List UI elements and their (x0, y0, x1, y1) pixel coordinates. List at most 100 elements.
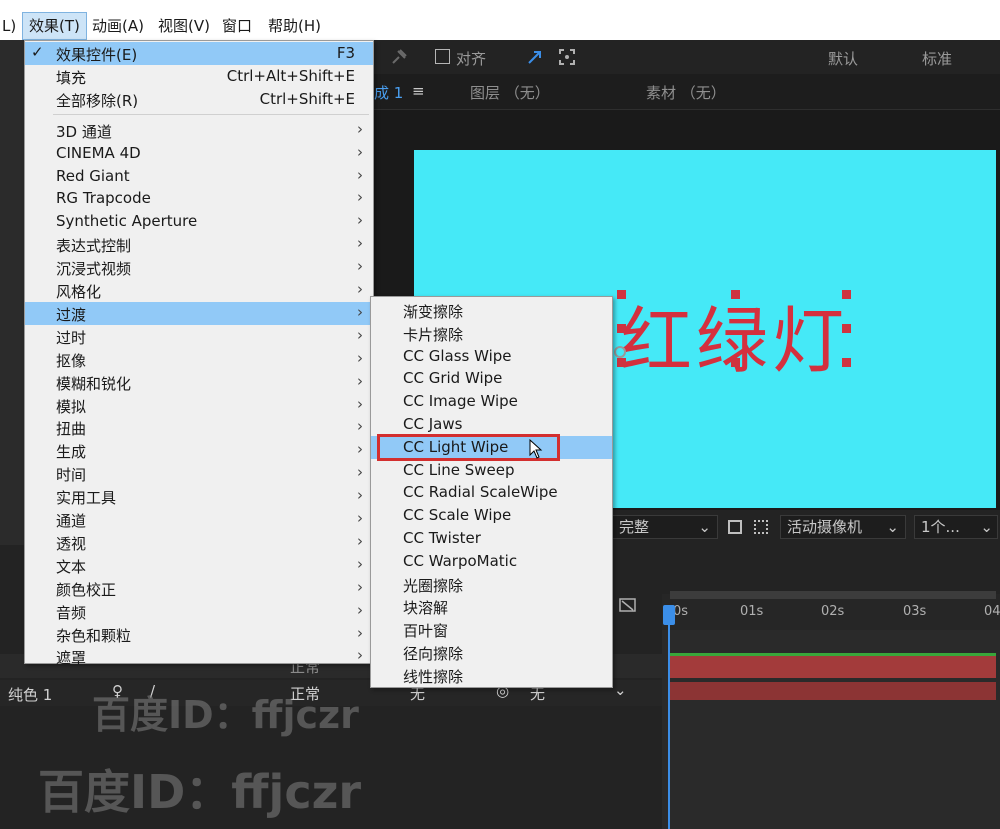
effect-menu-item[interactable]: ✓ 效果控件(E) F3 (25, 42, 373, 65)
menu-view[interactable]: 视图(V) (152, 12, 216, 40)
resolution-select[interactable]: 完整 ⌄ (612, 515, 718, 539)
chevron-right-icon: › (357, 325, 363, 344)
effect-menu-item[interactable]: 全部移除(R) Ctrl+Shift+E (25, 88, 373, 111)
effect-menu-item[interactable]: 透视 › (25, 531, 373, 554)
menu-effect[interactable]: 效果(T) (22, 12, 87, 40)
effect-menu-item[interactable]: 表达式控制 › (25, 233, 373, 256)
chevron-down-icon[interactable]: ⌄ (614, 681, 627, 699)
workspace-default[interactable]: 默认 (828, 48, 858, 69)
transition-item[interactable]: 块溶解 (371, 595, 612, 618)
chevron-right-icon: › (357, 463, 363, 482)
transition-item[interactable]: CC Image Wipe (371, 390, 612, 413)
snap-checkbox[interactable] (435, 49, 450, 64)
transition-item[interactable]: CC Twister (371, 527, 612, 550)
effect-menu-item-label: 遮罩 (56, 649, 87, 668)
effect-menu-item[interactable]: 填充 Ctrl+Alt+Shift+E (25, 65, 373, 88)
transition-item[interactable]: CC Jaws (371, 413, 612, 436)
effect-menu-item-label: 颜色校正 (56, 580, 117, 599)
tab-layer[interactable]: 图层 （无） (470, 82, 550, 103)
chevron-right-icon: › (357, 600, 363, 619)
camera-select[interactable]: 活动摄像机 ⌄ (780, 515, 906, 539)
transition-item[interactable]: 光圈擦除 (371, 573, 612, 596)
effect-menu-item[interactable]: 风格化 › (25, 279, 373, 302)
playhead-line[interactable] (668, 605, 670, 829)
chevron-right-icon: › (357, 554, 363, 573)
effect-menu-item-label: 通道 (56, 512, 87, 530)
playhead-handle[interactable] (663, 605, 675, 625)
menu-partial[interactable]: L) (0, 12, 22, 40)
effect-menu-item[interactable]: 遮罩 › (25, 645, 373, 668)
effect-menu-item[interactable]: 沉浸式视频 › (25, 256, 373, 279)
transition-item[interactable]: CC WarpoMatic (371, 550, 612, 573)
transition-item[interactable]: 线性擦除 (371, 664, 612, 687)
snap-frame-icon[interactable] (558, 48, 576, 66)
bounding-handle[interactable] (617, 290, 626, 299)
effect-menu-item-label: Synthetic Aperture (56, 212, 198, 231)
menu-help[interactable]: 帮助(H) (262, 12, 327, 40)
watermark-text: 百度ID：ffjczr (92, 693, 359, 737)
effect-menu-item[interactable]: 颜色校正 › (25, 577, 373, 600)
effect-menu-item[interactable]: 杂色和颗粒 › (25, 623, 373, 646)
effect-menu-item-label: 过时 (56, 328, 87, 347)
layer-duration-bar[interactable] (670, 682, 996, 700)
anchor-point-icon[interactable] (613, 345, 627, 359)
region-of-interest-icon[interactable] (728, 520, 742, 534)
effect-menu-item[interactable]: 模拟 › (25, 394, 373, 417)
menu-animation[interactable]: 动画(A) (86, 12, 150, 40)
effect-menu-item[interactable]: 生成 › (25, 439, 373, 462)
effect-menu-item[interactable]: 扭曲 › (25, 416, 373, 439)
bounding-handle[interactable] (842, 290, 851, 299)
effect-menu-item[interactable]: CINEMA 4D › (25, 142, 373, 165)
tab-menu-icon[interactable]: ≡ (412, 82, 425, 100)
effect-menu-item[interactable]: 模糊和锐化 › (25, 371, 373, 394)
tab-composition[interactable]: 成 1 (374, 82, 403, 103)
effect-menu-item[interactable]: RG Trapcode › (25, 187, 373, 210)
effect-menu-item[interactable]: 音频 › (25, 600, 373, 623)
views-select[interactable]: 1个... ⌄ (914, 515, 998, 539)
effect-menu-item-label: 扭曲 (56, 420, 87, 439)
transition-item[interactable]: CC Radial ScaleWipe (371, 481, 612, 504)
transition-item[interactable]: 卡片擦除 (371, 322, 612, 345)
effect-menu-item[interactable]: 抠像 › (25, 348, 373, 371)
tab-footage[interactable]: 素材 （无） (646, 82, 726, 103)
comp-flowchart-icon[interactable] (618, 596, 638, 614)
effect-menu-item[interactable]: 文本 › (25, 554, 373, 577)
tick-label: 03s (903, 604, 927, 619)
snap-arrow-icon[interactable] (526, 48, 544, 66)
bounding-handle[interactable] (731, 290, 740, 299)
workspace-standard[interactable]: 标准 (922, 48, 952, 69)
chevron-right-icon: › (357, 646, 363, 665)
tools-toolbar: 对齐 默认 标准 (372, 40, 1000, 74)
layer-name[interactable]: 纯色 1 (8, 684, 52, 705)
chevron-right-icon: › (357, 417, 363, 436)
effect-menu-item[interactable]: 过时 › (25, 325, 373, 348)
effect-menu-item[interactable]: 通道 › (25, 508, 373, 531)
bounding-handle[interactable] (842, 324, 851, 333)
effect-menu-item[interactable]: Red Giant › (25, 165, 373, 188)
bounding-handle[interactable] (842, 358, 851, 367)
effect-menu-item[interactable]: 过渡 › (25, 301, 373, 325)
transition-item[interactable]: 渐变擦除 (371, 299, 612, 322)
bounding-handle[interactable] (617, 324, 626, 333)
transition-item[interactable]: CC Grid Wipe (371, 367, 612, 390)
transition-item[interactable]: CC Glass Wipe (371, 345, 612, 368)
menu-window[interactable]: 窗口 (216, 12, 258, 40)
effect-menu-item-shortcut: Ctrl+Shift+E (259, 89, 355, 108)
effect-menu-item-shortcut: F3 (336, 44, 355, 62)
pin-tool-icon[interactable] (390, 48, 408, 66)
effect-menu-item[interactable]: 3D 通道 › (25, 119, 373, 142)
transparency-grid-icon[interactable] (754, 520, 768, 534)
transition-item[interactable]: 百叶窗 (371, 618, 612, 641)
effect-menu-item[interactable]: Synthetic Aperture › (25, 210, 373, 233)
timeline-navigator[interactable] (670, 591, 996, 599)
effect-menu-item-label: 沉浸式视频 (56, 260, 132, 279)
transition-item[interactable]: CC Line Sweep (371, 459, 612, 482)
effect-menu-item[interactable]: 实用工具 › (25, 485, 373, 508)
transition-item[interactable]: 径向擦除 (371, 641, 612, 664)
chevron-down-icon: ⌄ (698, 518, 711, 536)
layer-duration-bar[interactable] (670, 656, 996, 678)
effect-menu-item[interactable]: 时间 › (25, 462, 373, 485)
bounding-handle[interactable] (731, 358, 740, 367)
transition-item[interactable]: CC Scale Wipe (371, 504, 612, 527)
bounding-handle[interactable] (617, 358, 626, 367)
